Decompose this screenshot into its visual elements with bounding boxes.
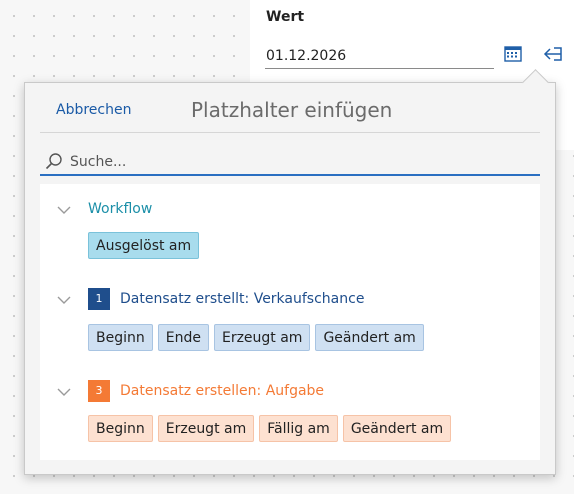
- chip-row-workflow: Ausgelöst am: [88, 232, 204, 259]
- group-title-verkaufschance: Datensatz erstellt: Verkaufschance: [120, 291, 365, 307]
- value-field-label: Wert: [266, 9, 305, 25]
- chip-erzeugt-am[interactable]: Erzeugt am: [157, 415, 255, 442]
- search-input[interactable]: [70, 151, 530, 173]
- chip-geaendert-am[interactable]: Geändert am: [315, 324, 424, 351]
- popover-title: Platzhalter einfügen: [191, 98, 393, 122]
- chip-geaendert-am[interactable]: Geändert am: [342, 415, 452, 442]
- chip-row-verkaufschance: Beginn Ende Erzeugt am Geändert am: [88, 324, 429, 351]
- chevron-down-icon[interactable]: [56, 295, 72, 305]
- chevron-down-icon[interactable]: [56, 387, 72, 397]
- chevron-down-icon[interactable]: [56, 205, 72, 215]
- group-title-workflow: Workflow: [88, 201, 153, 217]
- calendar-icon[interactable]: [504, 46, 522, 62]
- chip-beginn[interactable]: Beginn: [88, 415, 153, 442]
- chip-beginn[interactable]: Beginn: [88, 324, 153, 351]
- chip-ausgeloest-am[interactable]: Ausgelöst am: [88, 232, 200, 259]
- chip-faellig-am[interactable]: Fällig am: [259, 415, 338, 442]
- chip-erzeugt-am[interactable]: Erzeugt am: [213, 324, 311, 351]
- chip-row-aufgabe: Beginn Erzeugt am Fällig am Geändert am: [88, 415, 456, 442]
- group-title-aufgabe: Datensatz erstellen: Aufgabe: [120, 383, 325, 399]
- step-badge-1: 1: [88, 288, 110, 310]
- value-date-input[interactable]: [265, 44, 494, 69]
- header-divider: [40, 132, 540, 133]
- insert-placeholder-popover: Abbrechen Platzhalter einfügen Workflow …: [24, 69, 556, 475]
- search-icon: [45, 153, 62, 170]
- insert-placeholder-icon[interactable]: [542, 44, 564, 64]
- cancel-button[interactable]: Abbrechen: [56, 102, 131, 118]
- chip-ende[interactable]: Ende: [157, 324, 209, 351]
- placeholder-list: Workflow Ausgelöst am 1 Datensatz erstel…: [40, 184, 540, 460]
- search-box: [40, 151, 540, 176]
- step-badge-3: 3: [88, 380, 110, 402]
